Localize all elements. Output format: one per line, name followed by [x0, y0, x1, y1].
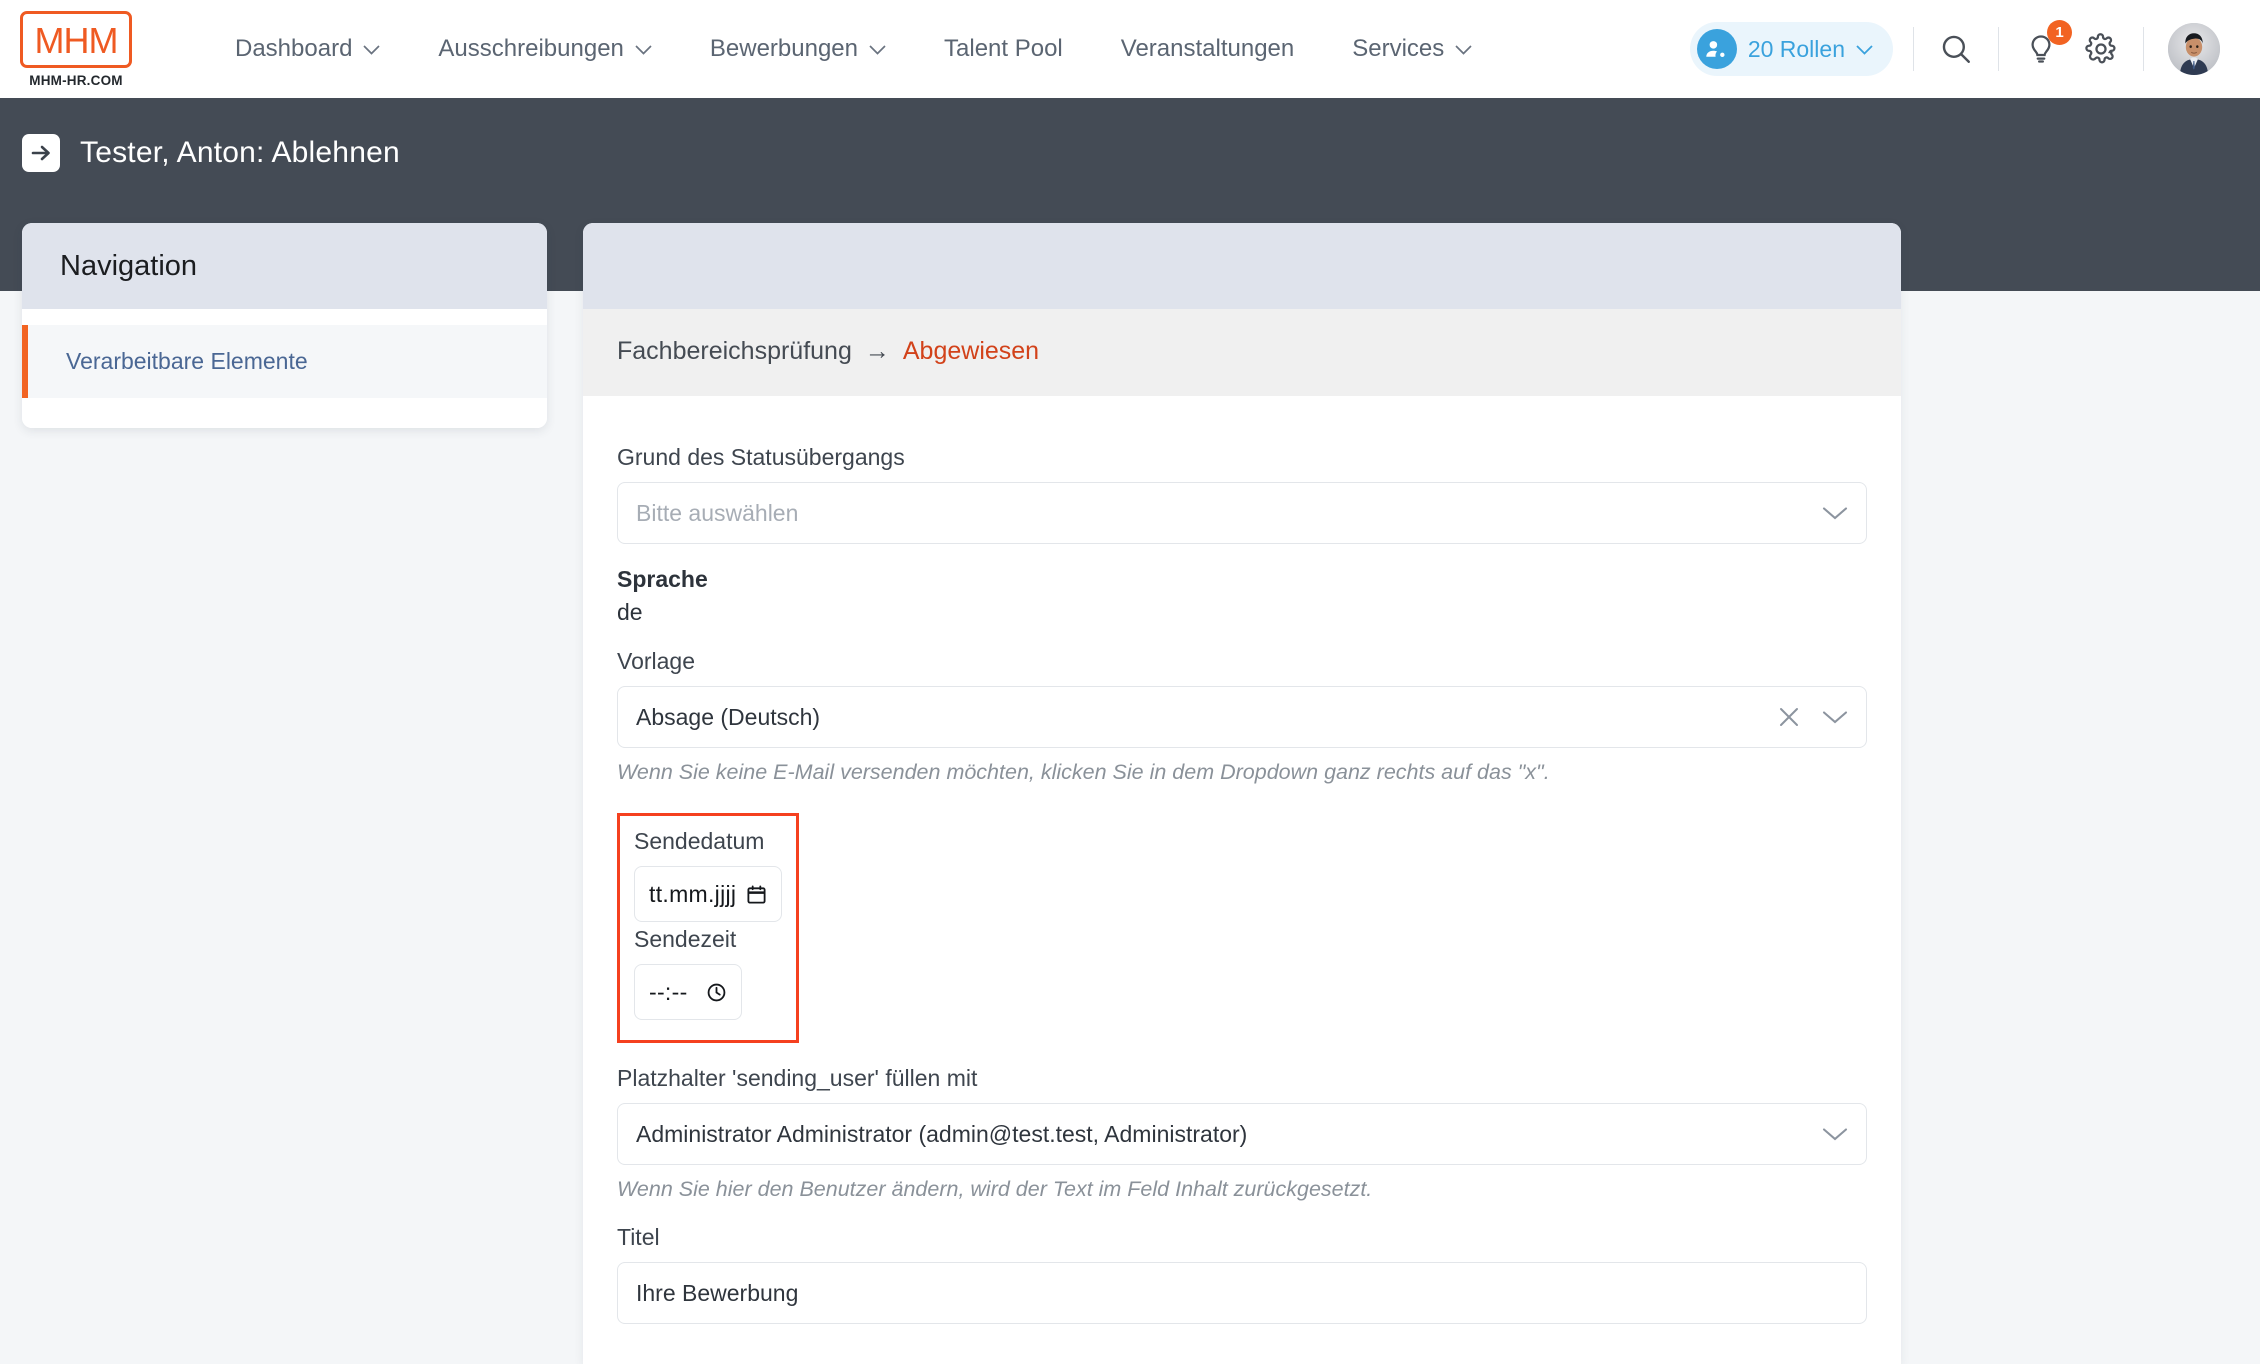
navigation-list: Verarbeitbare Elemente — [22, 309, 547, 428]
roles-label: 20 Rollen — [1747, 35, 1845, 62]
top-header: MHM MHM-HR.COM Dashboard Ausschreibungen… — [0, 0, 2260, 98]
sending-user-value: Administrator Administrator (admin@test.… — [636, 1120, 1248, 1147]
template-select[interactable]: Absage (Deutsch) — [617, 686, 1867, 748]
transition-form-card: Fachbereichsprüfung → Abgewiesen Grund d… — [583, 223, 1901, 1364]
language-value: de — [617, 599, 643, 625]
nav-item-veranstaltungen[interactable]: Veranstaltungen — [1092, 25, 1323, 73]
form-fields: Grund des Statusübergangs Bitte auswähle… — [583, 396, 1901, 1364]
page-title: Tester, Anton: Ablehnen — [80, 136, 400, 169]
chevron-down-icon — [363, 45, 381, 55]
nav-item-bewerbungen[interactable]: Bewerbungen — [681, 25, 915, 73]
chevron-down-icon — [1455, 45, 1472, 55]
nav-item-label: Talent Pool — [944, 35, 1063, 62]
nav-item-talent-pool[interactable]: Talent Pool — [915, 25, 1092, 73]
header-actions: 20 Rollen 1 — [1689, 20, 2220, 76]
breadcrumb-arrow-icon: → — [864, 337, 890, 365]
send-time-input[interactable]: --:-- — [634, 964, 742, 1020]
chevron-down-icon[interactable] — [1822, 710, 1848, 725]
send-schedule-highlight: Sendedatum tt.mm.jjjj Sendezeit --:-- — [617, 813, 799, 1043]
breadcrumb-from: Fachbereichsprüfung — [617, 337, 852, 365]
page-title-row: Tester, Anton: Ablehnen — [22, 134, 2260, 172]
navigation-panel: Navigation Verarbeitbare Elemente — [22, 223, 547, 428]
send-time-placeholder: --:-- — [649, 978, 688, 1005]
send-date-label: Sendedatum — [634, 828, 765, 854]
sending-user-hint: Wenn Sie hier den Benutzer ändern, wird … — [617, 1177, 1373, 1201]
divider — [2143, 27, 2144, 71]
logo-mark: MHM — [20, 10, 132, 68]
reason-select[interactable]: Bitte auswählen — [617, 482, 1867, 544]
nav-item-services[interactable]: Services — [1323, 25, 1501, 73]
page-body: Navigation Verarbeitbare Elemente Fachbe… — [0, 223, 2260, 1364]
main-navigation: Dashboard Ausschreibungen Bewerbungen Ta… — [206, 25, 1501, 73]
reason-label: Grund des Statusübergangs — [617, 444, 905, 470]
logo-subtitle: MHM-HR.COM — [29, 72, 123, 88]
breadcrumb-to: Abgewiesen — [902, 337, 1040, 365]
sidebar-item-label[interactable]: Verarbeitbare Elemente — [66, 348, 308, 374]
breadcrumb: Fachbereichsprüfung → Abgewiesen — [583, 309, 1901, 396]
calendar-icon[interactable] — [746, 884, 767, 905]
nav-item-ausschreibungen[interactable]: Ausschreibungen — [409, 25, 680, 73]
gear-icon[interactable] — [2079, 27, 2123, 71]
sending-user-label: Platzhalter 'sending_user' füllen mit — [617, 1065, 978, 1091]
reason-placeholder: Bitte auswählen — [636, 499, 799, 526]
nav-item-dashboard[interactable]: Dashboard — [206, 25, 409, 73]
nav-item-label: Dashboard — [235, 35, 353, 62]
chevron-down-icon — [635, 45, 652, 55]
nav-item-label: Veranstaltungen — [1120, 35, 1295, 62]
template-hint: Wenn Sie keine E-Mail versenden möchten,… — [617, 760, 1550, 784]
arrow-right-box-icon[interactable] — [22, 134, 60, 172]
divider — [1913, 27, 1914, 71]
nav-item-label: Bewerbungen — [709, 35, 859, 62]
chevron-down-icon[interactable] — [1822, 1127, 1848, 1142]
divider — [1998, 27, 1999, 71]
lightbulb-icon[interactable]: 1 — [2019, 20, 2072, 71]
send-date-placeholder: tt.mm.jjjj — [649, 880, 737, 907]
notification-badge: 1 — [2047, 20, 2072, 45]
sending-user-select[interactable]: Administrator Administrator (admin@test.… — [617, 1103, 1867, 1165]
navigation-title: Navigation — [22, 223, 547, 309]
user-avatar[interactable] — [2168, 23, 2220, 75]
chevron-down-icon[interactable] — [1822, 506, 1848, 521]
roles-selector[interactable]: 20 Rollen — [1689, 22, 1893, 76]
sidebar-item-verarbeitbare-elemente[interactable]: Verarbeitbare Elemente — [22, 325, 547, 398]
user-cog-icon — [1696, 29, 1737, 69]
brand-logo[interactable]: MHM MHM-HR.COM — [20, 10, 132, 88]
chevron-down-icon — [869, 45, 886, 55]
form-card-header — [583, 223, 1901, 309]
nav-item-label: Ausschreibungen — [438, 35, 624, 62]
template-value: Absage (Deutsch) — [636, 703, 821, 730]
title-label: Titel — [617, 1224, 660, 1250]
send-time-label: Sendezeit — [634, 926, 737, 952]
svg-text:MHM: MHM — [35, 20, 118, 61]
nav-item-label: Services — [1352, 35, 1445, 62]
close-icon[interactable] — [1778, 706, 1800, 728]
chevron-down-icon — [1856, 45, 1873, 55]
language-label: Sprache — [617, 566, 708, 592]
title-input[interactable] — [617, 1262, 1867, 1324]
clock-icon[interactable] — [706, 982, 727, 1003]
search-icon[interactable] — [1934, 27, 1978, 71]
template-label: Vorlage — [617, 648, 696, 674]
send-date-input[interactable]: tt.mm.jjjj — [634, 866, 782, 922]
